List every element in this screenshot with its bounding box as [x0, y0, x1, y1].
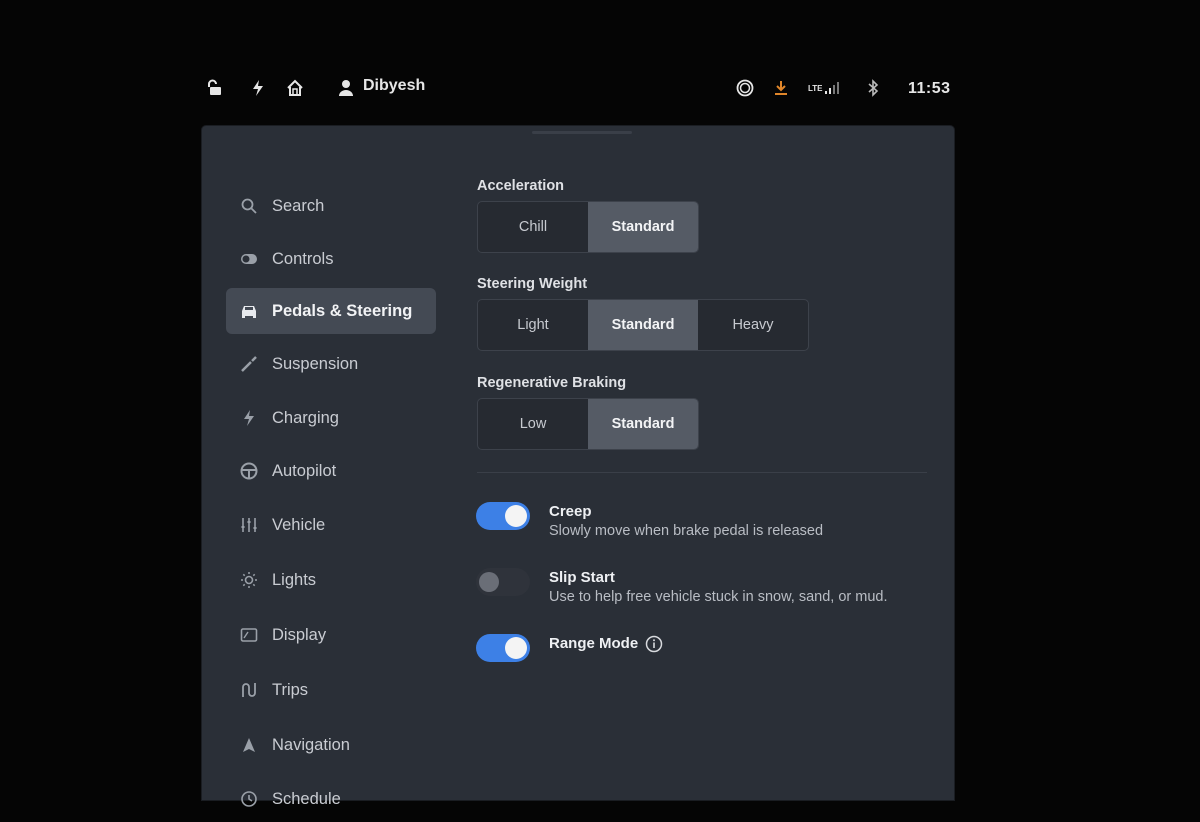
sidebar-item-search[interactable]: Search: [226, 183, 436, 229]
creep-description: Slowly move when brake pedal is released: [549, 523, 824, 539]
navigation-icon: [238, 734, 260, 756]
sidebar-item-autopilot[interactable]: Autopilot: [226, 448, 436, 494]
car-icon: [238, 300, 260, 322]
search-icon: [238, 195, 260, 217]
creep-toggle[interactable]: [476, 502, 530, 530]
suspension-icon: [238, 353, 260, 375]
sidebar-item-vehicle[interactable]: Vehicle: [226, 502, 436, 548]
bolt-icon[interactable]: [248, 78, 268, 98]
steering-option-standard[interactable]: Standard: [588, 300, 698, 350]
steering-wheel-icon: [238, 460, 260, 482]
divider: [477, 472, 927, 473]
sidebar-item-schedule[interactable]: Schedule: [226, 776, 436, 822]
sidebar-item-label: Charging: [272, 408, 339, 427]
acceleration-option-chill[interactable]: Chill: [478, 202, 588, 252]
sun-icon: [238, 569, 260, 591]
range-mode-toggle[interactable]: [476, 634, 530, 662]
sidebar-item-label: Pedals & Steering: [272, 301, 413, 320]
trips-icon: [238, 679, 260, 701]
status-bar: Dibyesh LTE 11:53: [0, 0, 1200, 125]
sidebar-item-label: Suspension: [272, 354, 359, 373]
panel-grabber[interactable]: [532, 131, 632, 134]
sidebar-item-label: Autopilot: [272, 461, 337, 480]
download-icon[interactable]: [771, 78, 791, 98]
acceleration-title: Acceleration: [477, 178, 565, 194]
sidebar-item-label: Search: [272, 196, 325, 215]
regen-option-standard[interactable]: Standard: [588, 399, 698, 449]
slip-start-toggle[interactable]: [476, 568, 530, 596]
steering-weight-title: Steering Weight: [477, 276, 588, 292]
sidebar-item-trips[interactable]: Trips: [226, 667, 436, 713]
sidebar-item-label: Controls: [272, 249, 334, 268]
homelink-icon[interactable]: [285, 78, 305, 98]
sidebar-item-display[interactable]: Display: [226, 612, 436, 658]
regen-braking-selector: Low Standard: [477, 398, 699, 450]
creep-title: Creep: [549, 503, 592, 520]
steering-option-heavy[interactable]: Heavy: [698, 300, 808, 350]
sidebar-item-suspension[interactable]: Suspension: [226, 341, 436, 387]
sidebar-item-label: Display: [272, 625, 327, 644]
toggle-knob: [505, 637, 527, 659]
regen-braking-title: Regenerative Braking: [477, 375, 627, 391]
sidebar-item-label: Trips: [272, 680, 309, 699]
settings-panel: Search Controls Pedals & Steering Suspen…: [202, 126, 954, 808]
clock-icon: [238, 788, 260, 810]
sidebar-item-controls[interactable]: Controls: [226, 236, 436, 282]
user-icon[interactable]: [336, 78, 356, 98]
acceleration-selector: Chill Standard: [477, 201, 699, 253]
bluetooth-icon[interactable]: [863, 78, 883, 98]
info-icon[interactable]: [645, 635, 663, 653]
sidebar-item-label: Vehicle: [272, 515, 326, 534]
signal-icon: LTE: [808, 78, 846, 98]
dashcam-icon[interactable]: [735, 78, 755, 98]
sidebar-item-label: Navigation: [272, 735, 350, 754]
display-icon: [238, 624, 260, 646]
slip-start-description: Use to help free vehicle stuck in snow, …: [549, 589, 888, 605]
toggle-knob: [479, 572, 499, 592]
sidebar-item-charging[interactable]: Charging: [226, 395, 436, 441]
user-name[interactable]: Dibyesh: [363, 77, 425, 95]
sidebar-item-navigation[interactable]: Navigation: [226, 722, 436, 768]
lock-open-icon[interactable]: [206, 78, 226, 98]
acceleration-option-standard[interactable]: Standard: [588, 202, 698, 252]
regen-option-low[interactable]: Low: [478, 399, 588, 449]
sidebar-item-pedals-steering[interactable]: Pedals & Steering: [226, 288, 436, 334]
sidebar-item-lights[interactable]: Lights: [226, 557, 436, 603]
bolt-icon: [238, 407, 260, 429]
clock: 11:53: [908, 80, 951, 97]
range-mode-title: Range Mode: [549, 635, 639, 652]
toggle-icon: [238, 248, 260, 270]
sidebar-item-label: Lights: [272, 570, 317, 589]
sidebar-item-label: Schedule: [272, 789, 341, 808]
sliders-icon: [238, 514, 260, 536]
slip-start-title: Slip Start: [549, 569, 615, 586]
steering-option-light[interactable]: Light: [478, 300, 588, 350]
toggle-knob: [505, 505, 527, 527]
steering-weight-selector: Light Standard Heavy: [477, 299, 809, 351]
network-type: LTE: [808, 83, 823, 93]
